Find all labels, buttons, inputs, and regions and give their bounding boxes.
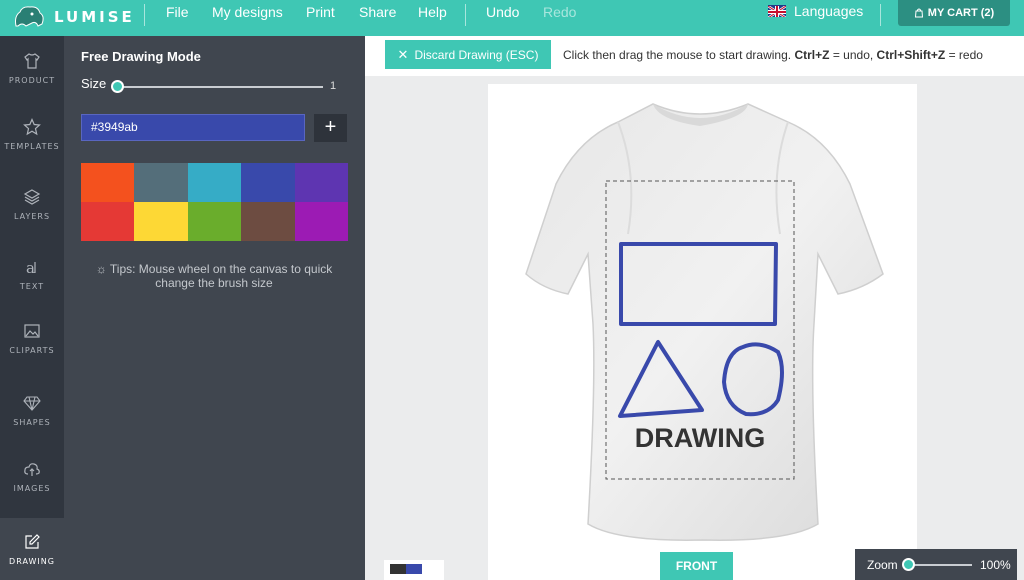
- nav-templates[interactable]: TEMPLATES: [0, 102, 64, 166]
- cloud-upload-icon: [24, 462, 40, 476]
- text-icon: a: [26, 259, 36, 276]
- tips: ☼ Tips: Mouse wheel on the canvas to qui…: [89, 262, 339, 290]
- divider: [880, 4, 881, 26]
- color-swatch[interactable]: [294, 163, 348, 202]
- discard-drawing-button[interactable]: ✕ Discard Drawing (ESC): [385, 40, 551, 69]
- add-color-button[interactable]: +: [314, 114, 347, 142]
- image-icon: [24, 323, 40, 338]
- color-swatch[interactable]: [187, 202, 242, 241]
- bag-icon: [914, 8, 923, 18]
- drawn-circle: [721, 342, 784, 417]
- size-label: Size: [81, 76, 107, 91]
- nav-cliparts[interactable]: CLIPARTS: [0, 306, 64, 370]
- nav-text-label: TEXT: [19, 281, 45, 291]
- top-bar: LUMISE File My designs Print Share Help …: [0, 0, 1024, 36]
- cart-label: MY CART (2): [927, 7, 995, 19]
- drawing-hint: Click then drag the mouse to start drawi…: [563, 48, 983, 62]
- thumb-swatch-dark: [390, 564, 406, 574]
- close-icon: ✕: [397, 46, 409, 62]
- drawing-toolbar: ✕ Discard Drawing (ESC) Click then drag …: [365, 36, 1024, 76]
- nav-images-label: IMAGES: [13, 483, 51, 493]
- drawn-rectangle: [619, 242, 778, 326]
- nav-cliparts-label: CLIPARTS: [9, 345, 55, 355]
- uk-flag-icon: [768, 5, 786, 17]
- divider: [144, 4, 145, 26]
- languages-menu[interactable]: Languages: [768, 0, 863, 22]
- nav-layers-label: LAYERS: [13, 211, 51, 221]
- nav-drawing[interactable]: DRAWING: [0, 518, 64, 580]
- nav-shapes-label: SHAPES: [13, 417, 51, 427]
- menu-print[interactable]: Print: [306, 0, 335, 24]
- zoom-label: Zoom: [867, 558, 898, 572]
- nav-shapes[interactable]: SHAPES: [0, 378, 64, 442]
- nav-text[interactable]: a TEXT: [0, 242, 64, 306]
- menu-file[interactable]: File: [166, 0, 189, 24]
- tshirt-icon: [24, 52, 40, 69]
- size-slider-track[interactable]: [118, 86, 323, 88]
- drawing-panel: Free Drawing Mode Size 1 #3949ab + ☼ Tip…: [64, 36, 365, 580]
- color-swatch[interactable]: [241, 202, 295, 241]
- tips-text: Tips: Mouse wheel on the canvas to quick…: [109, 262, 333, 290]
- divider: [465, 4, 466, 26]
- panel-title: Free Drawing Mode: [81, 49, 201, 64]
- front-view-button[interactable]: FRONT: [660, 552, 733, 580]
- layers-icon: [23, 188, 41, 205]
- hint-redo-text: = redo: [948, 48, 983, 62]
- diamond-icon: [23, 395, 41, 411]
- color-swatch[interactable]: [187, 163, 242, 202]
- size-value: 1: [330, 80, 337, 92]
- lion-logo-icon: [15, 6, 44, 27]
- color-palette: [81, 163, 348, 241]
- menu-help[interactable]: Help: [418, 0, 447, 24]
- logo[interactable]: LUMISE: [12, 2, 135, 32]
- menu-share[interactable]: Share: [359, 0, 396, 24]
- nav-layers[interactable]: LAYERS: [0, 172, 64, 236]
- layer-thumbnail[interactable]: [384, 560, 444, 580]
- hint-undo-key: Ctrl+Z: [794, 48, 830, 62]
- languages-label: Languages: [794, 3, 864, 19]
- undo-button[interactable]: Undo: [486, 0, 519, 24]
- color-swatch[interactable]: [134, 202, 188, 241]
- hint-undo-text: = undo,: [832, 48, 874, 62]
- color-input[interactable]: #3949ab: [81, 114, 305, 141]
- lightbulb-icon: ☼: [95, 262, 107, 276]
- drawing-text: DRAWING: [635, 423, 766, 453]
- menu-my-designs[interactable]: My designs: [212, 0, 283, 24]
- svg-text:a: a: [26, 259, 35, 276]
- nav-drawing-label: DRAWING: [9, 556, 55, 566]
- redo-button[interactable]: Redo: [543, 0, 576, 24]
- size-slider-handle[interactable]: [111, 80, 124, 93]
- color-swatch[interactable]: [241, 163, 295, 202]
- nav-templates-label: TEMPLATES: [4, 141, 60, 151]
- thumb-swatch-blue: [406, 564, 422, 574]
- nav-images[interactable]: IMAGES: [0, 444, 64, 508]
- color-swatch[interactable]: [134, 163, 188, 202]
- design-canvas[interactable]: DRAWING: [488, 84, 917, 580]
- my-cart-button[interactable]: MY CART (2): [898, 0, 1010, 26]
- drawn-triangle: [618, 340, 704, 418]
- zoom-value: 100%: [980, 558, 1011, 572]
- zoom-control: Zoom 100%: [855, 549, 1017, 580]
- color-swatch[interactable]: [81, 202, 135, 241]
- color-swatch[interactable]: [81, 163, 135, 202]
- drawing-layer[interactable]: DRAWING: [488, 84, 917, 580]
- app-name: LUMISE: [54, 8, 135, 26]
- discard-label: Discard Drawing (ESC): [414, 47, 539, 62]
- zoom-slider-track[interactable]: [907, 564, 972, 566]
- color-swatch[interactable]: [294, 202, 348, 241]
- edit-icon: [25, 533, 40, 549]
- nav-product-label: PRODUCT: [8, 75, 56, 85]
- zoom-slider-handle[interactable]: [902, 558, 915, 571]
- nav-product[interactable]: PRODUCT: [0, 36, 64, 100]
- hint-text: Click then drag the mouse to start drawi…: [563, 48, 792, 62]
- hint-redo-key: Ctrl+Shift+Z: [876, 48, 946, 62]
- star-icon: [23, 117, 41, 135]
- left-nav: PRODUCT TEMPLATES LAYERS a TEXT CLIPARTS…: [0, 36, 64, 580]
